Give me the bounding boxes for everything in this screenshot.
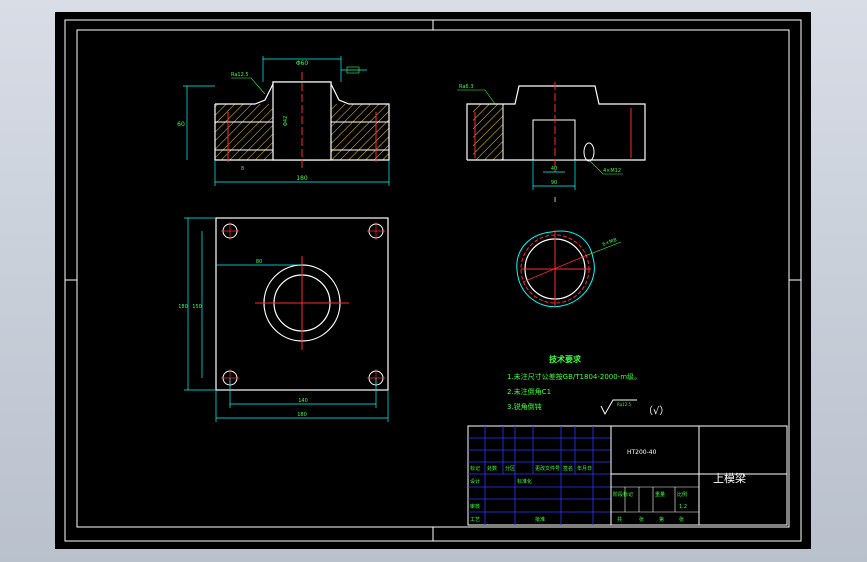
leader-label: Ra12.5 xyxy=(231,72,249,78)
svg-text:签名: 签名 xyxy=(563,465,573,472)
hatch-right xyxy=(331,104,389,160)
detail-view: I 6×M8 xyxy=(516,196,622,308)
outer-border xyxy=(64,19,802,542)
svg-text:标记: 标记 xyxy=(470,465,480,472)
notes-line-3: 3.锐角倒钝 xyxy=(507,402,542,411)
detail-label: I xyxy=(554,196,556,204)
plan-dim-left-outer: 180 xyxy=(178,304,188,310)
side-dim-inner: 40 xyxy=(551,166,557,172)
side-dim-small: 4×M12 xyxy=(603,168,621,174)
dim-inner-text: Φ42 xyxy=(283,116,289,126)
title-block: HT200-40 上模梁 标记 处数 分区 更改文件号 签名 年月日 设计 标准… xyxy=(467,425,788,526)
svg-text:审核: 审核 xyxy=(470,503,480,510)
plan-dim-bottom-inner: 140 xyxy=(298,398,308,404)
svg-text:工艺: 工艺 xyxy=(470,517,480,523)
drawing-sheet: Φ60 60 180 Φ42 Ra12.5 8 90 40 4×M12 Ra6.… xyxy=(55,12,811,549)
notes-line-1: 1.未注尺寸公差按GB/T1804-2000-m级。 xyxy=(507,372,641,381)
svg-text:第: 第 xyxy=(659,516,664,523)
svg-text:重量: 重量 xyxy=(655,491,665,498)
roughness-paren: （√） xyxy=(643,405,669,417)
plan-dim-bottom-outer: 180 xyxy=(297,412,307,418)
side-dim-bottom: 90 xyxy=(551,180,557,186)
front-section-view: Φ60 60 180 Φ42 Ra12.5 8 xyxy=(177,56,390,186)
dim-small-text: 8 xyxy=(241,166,244,172)
plan-dim-left-inner: 150 xyxy=(192,304,202,310)
side-leader-label: Ra6.3 xyxy=(459,84,473,90)
svg-text:张: 张 xyxy=(639,516,644,523)
svg-text:张: 张 xyxy=(679,516,684,523)
dim-left-text: 60 xyxy=(177,121,185,128)
dim-bottom-text: 180 xyxy=(296,175,308,182)
plan-dim-top: 80 xyxy=(256,259,262,265)
svg-text:标准化: 标准化 xyxy=(517,478,532,485)
cad-drawing: Φ60 60 180 Φ42 Ra12.5 8 90 40 4×M12 Ra6.… xyxy=(64,19,802,542)
notes-line-2: 2.未注倒角C1 xyxy=(507,387,551,396)
part-name: 上模梁 xyxy=(713,471,746,485)
scale-value: 1:2 xyxy=(679,504,687,510)
svg-text:设计: 设计 xyxy=(470,478,480,485)
side-section-view: 90 40 4×M12 Ra6.3 xyxy=(457,82,646,190)
svg-text:Ra12.5: Ra12.5 xyxy=(617,402,632,407)
hatch-left xyxy=(215,104,273,160)
svg-text:处数: 处数 xyxy=(487,465,497,472)
material-text: HT200-40 xyxy=(627,449,657,456)
notes-title: 技术要求 xyxy=(549,354,582,364)
svg-text:更改文件号: 更改文件号 xyxy=(535,465,560,472)
svg-text:年月日: 年月日 xyxy=(577,465,592,472)
svg-text:阶段标记: 阶段标记 xyxy=(613,491,633,498)
svg-text:共: 共 xyxy=(617,516,622,523)
plan-view: 80 180 150 140 180 xyxy=(178,217,389,422)
roughness-symbol: Ra12.5 （√） xyxy=(600,399,669,417)
svg-text:比例: 比例 xyxy=(677,491,687,498)
svg-text:分区: 分区 xyxy=(505,465,515,472)
inner-border xyxy=(76,29,790,528)
svg-text:批准: 批准 xyxy=(535,516,545,523)
dim-top-text: Φ60 xyxy=(296,60,309,67)
